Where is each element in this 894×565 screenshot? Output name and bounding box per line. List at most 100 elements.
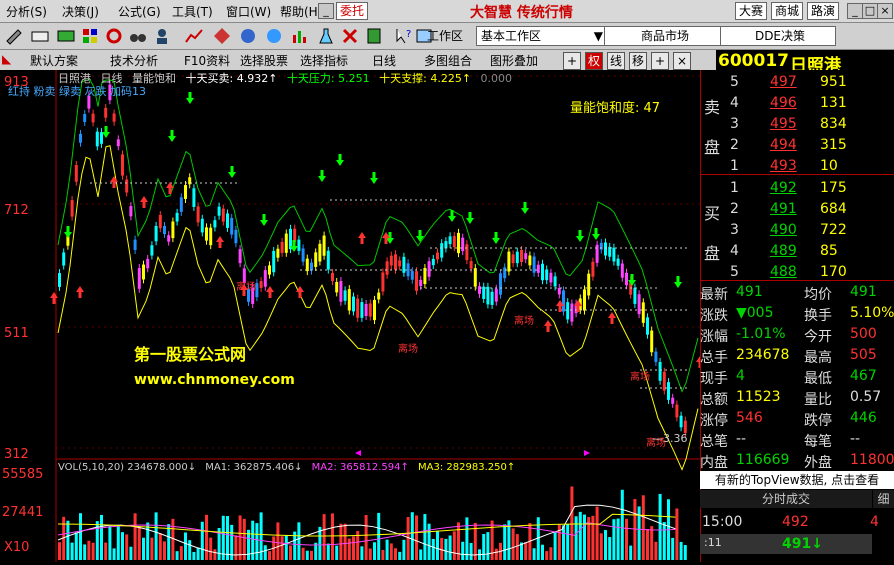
volume-bar [570,486,574,560]
help-cursor-icon[interactable]: ? [394,26,414,46]
menu-help[interactable]: 帮助(H) [280,3,322,20]
roadshow-button[interactable]: 路演 [807,2,840,20]
candle [444,241,448,249]
volume-bar [284,535,288,560]
stat-value: 467 [850,368,877,384]
stat-value: 446 [850,410,877,426]
ask-level: 2 [730,137,739,153]
chart-area[interactable]: 离场 离场 离场 离场 离场 913 712 511 312 55585 27441 X… [0,70,704,562]
candle [419,279,423,287]
volume-bar [650,526,654,560]
stat-label: 今开 [804,329,832,345]
menu-tools[interactable]: 工具(T) [172,3,213,20]
chart-line-icon[interactable] [184,26,204,46]
bid-price: 488 [770,264,797,280]
plus-button[interactable]: + [563,52,581,70]
tab-select-stock[interactable]: 选择股票 [240,52,288,69]
menu-analysis[interactable]: 分析(S) [6,3,47,20]
menu-decision[interactable]: 决策(J) [62,3,99,20]
trade-button[interactable]: 委托 [336,2,369,20]
candle [205,227,208,241]
volume-bar [524,542,528,560]
tick-price-1: 492 [782,514,809,530]
tick-detail-button[interactable]: 细 [873,490,894,508]
window-restore-icon[interactable]: □ [862,3,878,19]
zoom-in-button[interactable]: + [651,52,669,70]
bid-level: 5 [730,264,739,280]
volume-bar [150,537,154,560]
volume-bar [83,544,87,560]
stat-value: 234678 [736,347,790,363]
chart-bars-icon[interactable] [290,26,310,46]
candle [415,271,418,291]
zoom-out-button[interactable]: × [673,52,691,70]
volume-bar [116,526,120,560]
menu-window[interactable]: 窗口(W) [226,3,271,20]
flask-icon[interactable] [316,26,336,46]
stat-label: 涨跌 [700,308,728,324]
dde-tab[interactable]: DDE决策 [720,26,836,46]
candle [570,303,574,322]
binoculars-icon[interactable] [128,26,148,46]
stat-value: 116669 [736,452,790,468]
kline-chart[interactable]: 离场离场离场离场离场 913 712 511 312 55585 27441 X… [0,70,704,562]
market-tab[interactable]: 商品市场 [604,26,722,46]
candle [515,251,519,264]
grid-icon[interactable] [80,26,100,46]
topview-banner[interactable]: 有新的TopView数据, 点击查看 [700,471,894,489]
tab-daily[interactable]: 日线 [372,52,396,69]
quote-panel: 卖 盘 5 497 951 4 496 131 3 495 834 2 494 315 1 493 10 买… [700,70,894,562]
tab-select-indicator[interactable]: 选择指标 [300,52,348,69]
window-close-icon[interactable]: × [877,3,893,19]
line-button[interactable]: 线 [607,52,625,70]
stat-value: 505 [850,347,877,363]
buy-arrow-stem [78,292,82,298]
window-minimize-icon[interactable]: _ [847,3,863,19]
sell-arrow-stem [188,92,192,98]
stat-label: 每笔 [804,434,832,450]
candle [133,239,137,250]
bookmark-icon[interactable]: ◣ [2,52,11,66]
volume-bar [364,515,368,560]
tab-multi-chart[interactable]: 多图组合 [424,52,472,69]
close-window-icon[interactable] [340,26,360,46]
keyboard-icon[interactable] [30,26,50,46]
ie-icon[interactable] [238,26,258,46]
rights-button[interactable]: 权 [585,52,603,70]
candle [469,260,473,269]
candle [545,269,549,281]
book-icon[interactable] [364,26,384,46]
candle [83,114,87,122]
volume-bar [179,546,183,560]
candle [478,286,481,294]
people-icon[interactable] [152,26,172,46]
tab-overlay[interactable]: 图形叠加 [490,52,538,69]
mall-button[interactable]: 商城 [771,2,804,20]
saturation-label: 量能饱和度: 47 [570,100,660,116]
volume-bar [268,551,271,560]
volume-bar [549,547,553,560]
volume-bar [91,542,95,560]
ring-icon[interactable] [104,26,124,46]
candle [595,244,599,263]
stock-header: 600017 日照港 [716,50,894,76]
volume-bar [129,546,133,560]
move-button[interactable]: 移 [629,52,647,70]
tab-f10[interactable]: F10资料 [184,52,230,69]
contest-button[interactable]: 大赛 [735,2,768,20]
globe-icon[interactable] [264,26,284,46]
menu-formula[interactable]: 公式(G) [118,3,161,20]
pencil-icon[interactable] [4,26,24,46]
buy-arrow-stem [168,188,172,194]
diamond-icon[interactable] [212,26,232,46]
stat-label: 涨停 [700,413,728,429]
tick-price-2: 491↓ [782,536,823,552]
ask-volume: 10 [820,158,838,174]
volume-bar [578,511,582,560]
tab-default-scheme[interactable]: 默认方案 [30,52,78,69]
workspace-select[interactable]: 基本工作区 ▼ [476,26,606,46]
sell-arrow-stem [594,228,598,234]
money-icon[interactable] [56,26,76,46]
minimize-icon[interactable]: _ [318,3,334,19]
tab-tech-analysis[interactable]: 技术分析 [110,52,158,69]
